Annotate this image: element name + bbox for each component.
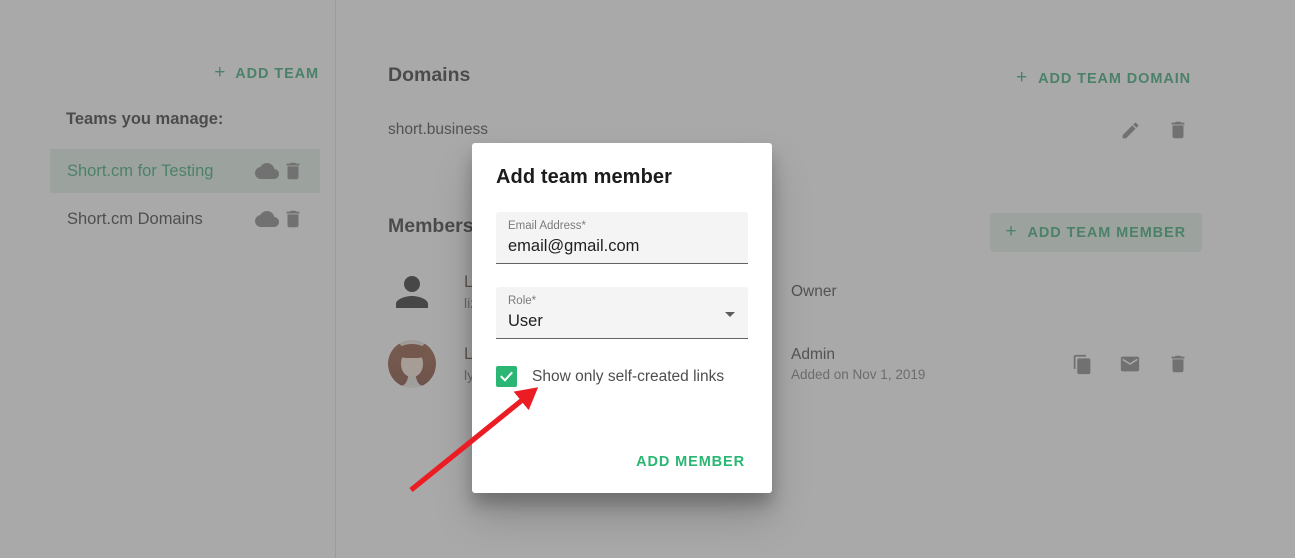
email-field-label: Email Address* [508, 220, 586, 232]
add-member-button[interactable]: ADD MEMBER [628, 446, 753, 478]
email-field-value[interactable]: email@gmail.com [508, 234, 736, 259]
self-created-links-checkbox[interactable] [496, 366, 517, 387]
app-screen: + ADD TEAM Teams you manage: Short.cm fo… [0, 0, 1295, 558]
role-field-label: Role* [508, 295, 537, 307]
check-icon [500, 371, 513, 382]
role-field-value: User [508, 312, 543, 330]
dialog-title: Add team member [496, 166, 672, 188]
role-select[interactable]: Role* User [496, 287, 748, 339]
email-field[interactable]: Email Address* email@gmail.com [496, 212, 748, 264]
self-created-links-label: Show only self-created links [532, 367, 725, 385]
add-team-member-dialog: Add team member Email Address* email@gma… [472, 143, 772, 493]
self-created-links-checkbox-row[interactable]: Show only self-created links [496, 366, 748, 387]
chevron-down-icon[interactable] [725, 312, 735, 317]
